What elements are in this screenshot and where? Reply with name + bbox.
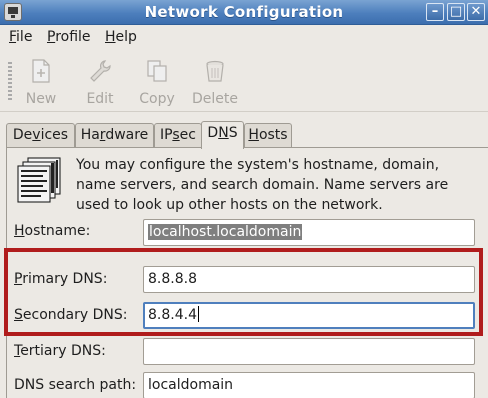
tertiary-dns-label: Tertiary DNS: [14,343,106,359]
copy-label: Copy [139,91,175,107]
tab-hardware[interactable]: Hardware [75,123,154,148]
tab-ipsec[interactable]: IPsec [154,123,202,148]
copy-button[interactable]: Copy [131,56,183,108]
new-label: New [25,91,57,107]
wrench-icon [90,60,111,82]
tab-dns[interactable]: DNS [201,121,244,149]
new-button[interactable]: New [15,56,67,108]
toolbar-grip[interactable] [8,62,12,102]
edit-label: Edit [86,91,114,107]
dns-description: You may configure the system's hostname,… [76,157,449,213]
copy-icon [147,60,167,82]
close-button[interactable]: ✕ [467,3,485,21]
search-path-label: DNS search path: [14,377,137,393]
minimize-button[interactable]: – [426,3,444,21]
menu-bar: File Profile Help [0,26,488,50]
edit-button[interactable]: Edit [74,56,126,108]
search-path-field[interactable]: localdomain [143,372,475,398]
window-title: Network Configuration [144,3,344,21]
tertiary-dns-field[interactable] [143,338,475,365]
menu-help[interactable]: Help [105,29,137,45]
menu-profile[interactable]: Profile [47,29,91,45]
title-bar: Network Configuration – □ ✕ [0,0,488,25]
hostname-field[interactable]: localhost.localdomain [143,219,475,246]
hostname-value: localhost.localdomain [148,224,303,240]
trash-icon [206,60,224,82]
search-path-value: localdomain [148,377,234,393]
dns-server-icon [17,157,61,203]
tab-devices[interactable]: Devices [6,123,75,148]
delete-button[interactable]: Delete [189,56,241,108]
menu-file[interactable]: File [9,29,32,45]
tab-hosts[interactable]: Hosts [244,123,292,148]
hostname-label: Hostname: [14,223,91,239]
highlight-annotation [4,248,483,336]
new-document-icon [32,59,50,83]
delete-label: Delete [192,91,238,107]
toolbar: New Edit Copy Delete [0,52,488,112]
maximize-button[interactable]: □ [447,3,465,21]
